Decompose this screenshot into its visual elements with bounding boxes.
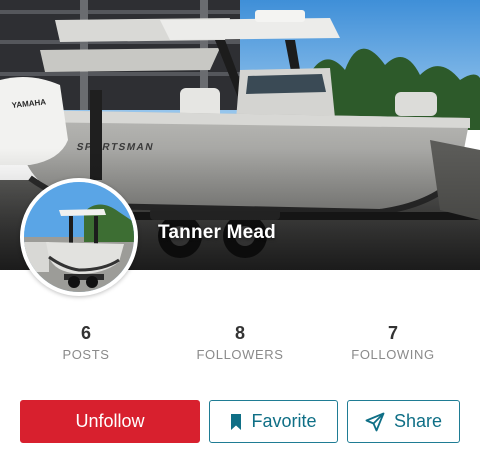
- stat-following-label: FOLLOWING: [351, 347, 435, 362]
- unfollow-button[interactable]: Unfollow: [20, 400, 200, 443]
- share-button[interactable]: Share: [347, 400, 460, 443]
- stat-followers-label: FOLLOWERS: [196, 347, 284, 362]
- profile-name: Tanner Mead: [158, 222, 276, 243]
- favorite-button-label: Favorite: [251, 411, 317, 431]
- hull-brand-text: SPORTSMAN: [75, 142, 155, 153]
- unfollow-button-label: Unfollow: [75, 411, 145, 431]
- favorite-button[interactable]: Favorite: [209, 400, 338, 443]
- stat-posts-value: 6: [80, 323, 91, 343]
- profile-avatar[interactable]: [20, 178, 138, 296]
- stat-followers-value: 8: [234, 323, 245, 343]
- stat-posts-label: POSTS: [62, 347, 110, 362]
- profile-stats: 6 POSTS 8 FOLLOWERS 7 FOLLOWING: [0, 322, 480, 372]
- bookmark-icon: [230, 413, 242, 431]
- stat-following-value: 7: [387, 323, 398, 343]
- stat-followers[interactable]: 8 FOLLOWERS: [160, 322, 320, 363]
- stat-following[interactable]: 7 FOLLOWING: [313, 322, 473, 363]
- share-button-label: Share: [393, 411, 443, 431]
- paper-plane-icon: [365, 412, 385, 432]
- stat-posts[interactable]: 6 POSTS: [6, 322, 166, 363]
